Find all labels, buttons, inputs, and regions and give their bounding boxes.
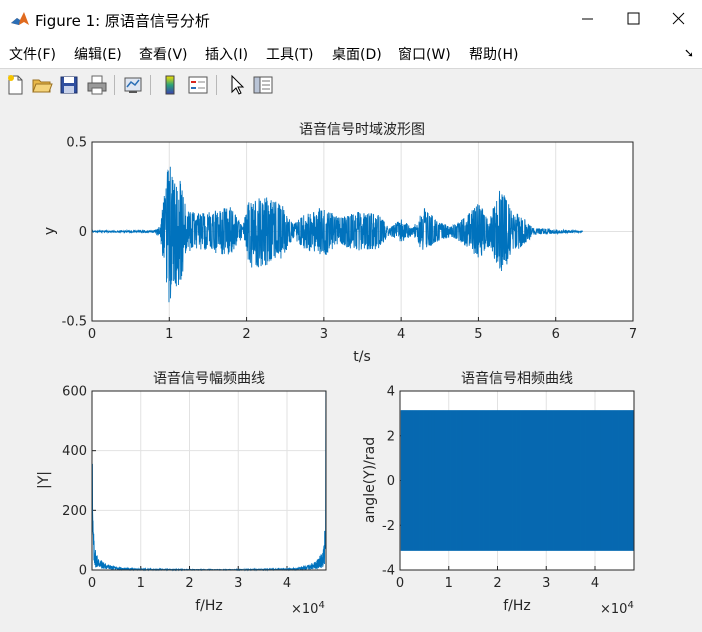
toolbar-separator (150, 75, 151, 95)
dock-figure-icon[interactable]: ➘ (684, 46, 694, 60)
edit-plot-arrow-icon (231, 74, 245, 95)
toolbar-separator (114, 75, 115, 95)
x-tick-label: 4 (591, 576, 599, 591)
x-tick-label: 3 (234, 576, 242, 591)
x-tick-label: 4 (283, 576, 291, 591)
edit-plot-button[interactable] (224, 73, 248, 97)
link-plot-icon (124, 77, 142, 93)
insert-colorbar-button[interactable] (158, 73, 182, 97)
print-icon (87, 75, 107, 95)
y-tick-label: 4 (387, 385, 395, 400)
x-tick-label: 0 (88, 327, 96, 342)
x-tick-label: 6 (552, 327, 560, 342)
figure-plots: 语音信号时域波形图 t/s y 0 1 2 3 4 5 6 7-0.500.5 语音信号幅频曲… (36, 121, 637, 617)
x-exponent-power: 4 (627, 600, 633, 611)
close-icon (672, 12, 685, 25)
chart-title: 语音信号幅频曲线 (153, 370, 265, 387)
menu-help[interactable]: 帮助(H) (469, 44, 518, 64)
x-exponent-label: ×104 (600, 600, 634, 617)
y-tick-label: 200 (62, 504, 87, 519)
axes-phase-spectrum[interactable]: 语音信号相频曲线 f/Hz angle(Y)/rad ×104 0 1 2 3 4-4-… (362, 370, 635, 617)
y-tick-label: 400 (62, 444, 87, 459)
axes-magnitude-spectrum[interactable]: 语音信号幅频曲线 f/Hz |Y| ×104 0 1 2 3 4 0 200 400 600 (36, 370, 327, 617)
x-tick-label: 2 (493, 576, 501, 591)
x-tick-label: 5 (474, 327, 482, 342)
window-title: Figure 1: 原语音信号分析 (35, 12, 210, 30)
x-tick-label: 0 (396, 576, 404, 591)
maximize-button[interactable] (610, 0, 656, 38)
y-axis-label: y (42, 227, 58, 235)
x-axis-label: f/Hz (503, 598, 531, 614)
x-tick-label: 1 (445, 576, 453, 591)
x-tick-label: 2 (242, 327, 250, 342)
y-axis-label: |Y| (36, 471, 52, 489)
x-tick-label: 2 (185, 576, 193, 591)
y-tick-label: -4 (382, 564, 395, 579)
menu-desktop[interactable]: 桌面(D) (332, 44, 382, 64)
figure-canvas: 语音信号时域波形图 t/s y 0 1 2 3 4 5 6 7 -0.5 0 0.5 语音信号幅频曲… (0, 101, 702, 628)
x-exponent-base: ×10 (600, 602, 627, 617)
y-tick-label: 0 (79, 225, 87, 240)
axes-background (91, 390, 327, 571)
y-tick-label: -0.5 (62, 315, 87, 330)
y-tick-label: 2 (387, 429, 395, 444)
minimize-icon (582, 18, 593, 20)
print-button[interactable] (85, 73, 109, 97)
x-exponent-label: ×104 (291, 600, 325, 617)
y-tick-label: 600 (62, 385, 87, 400)
toolbar-separator (216, 75, 217, 95)
close-button[interactable] (656, 0, 702, 38)
matlab-logo-icon (10, 9, 30, 29)
insert-legend-button[interactable] (186, 73, 210, 97)
menu-bar: 文件(F) 编辑(E) 查看(V) 插入(I) 工具(T) 桌面(D) 窗口(W… (0, 38, 702, 68)
x-tick-label: 1 (165, 327, 173, 342)
menu-window[interactable]: 窗口(W) (398, 44, 451, 64)
menu-file[interactable]: 文件(F) (9, 44, 56, 64)
minimize-button[interactable] (564, 0, 610, 38)
property-inspector-icon (253, 76, 273, 94)
x-exponent-power: 4 (318, 600, 324, 611)
y-axis-label: angle(Y)/rad (362, 437, 378, 523)
y-tick-label: -2 (382, 519, 395, 534)
link-plot-button[interactable] (121, 73, 145, 97)
axes-time-waveform[interactable]: 语音信号时域波形图 t/s y 0 1 2 3 4 5 6 7-0.500.5 (42, 121, 637, 365)
menu-tools[interactable]: 工具(T) (266, 44, 313, 64)
x-tick-label: 4 (397, 327, 405, 342)
insert-legend-icon (188, 76, 208, 94)
y-tick-label: 0 (387, 474, 395, 489)
menu-view[interactable]: 查看(V) (139, 44, 188, 64)
property-inspector-button[interactable] (251, 73, 275, 97)
insert-colorbar-icon (165, 75, 175, 95)
maximize-icon (627, 12, 640, 25)
x-axis-label: f/Hz (195, 598, 223, 614)
figure-toolbar (0, 68, 702, 102)
x-tick-label: 1 (137, 576, 145, 591)
open-file-button[interactable] (30, 73, 54, 97)
x-axis-label: t/s (353, 349, 371, 365)
menu-edit[interactable]: 编辑(E) (74, 44, 122, 64)
y-tick-label: 0 (79, 564, 87, 579)
save-icon (60, 76, 78, 94)
x-tick-label: 3 (320, 327, 328, 342)
new-figure-icon (8, 75, 23, 95)
x-tick-label: 0 (88, 576, 96, 591)
open-file-icon (32, 79, 53, 93)
x-tick-label: 7 (629, 327, 637, 342)
x-tick-label: 3 (542, 576, 550, 591)
save-button[interactable] (57, 73, 81, 97)
y-tick-label: 0.5 (66, 136, 87, 151)
chart-title: 语音信号时域波形图 (299, 121, 425, 138)
menu-insert[interactable]: 插入(I) (205, 44, 248, 64)
new-figure-button[interactable] (3, 73, 27, 97)
x-exponent-base: ×10 (291, 602, 318, 617)
window-titlebar: Figure 1: 原语音信号分析 (0, 0, 702, 38)
chart-title: 语音信号相频曲线 (461, 370, 573, 387)
